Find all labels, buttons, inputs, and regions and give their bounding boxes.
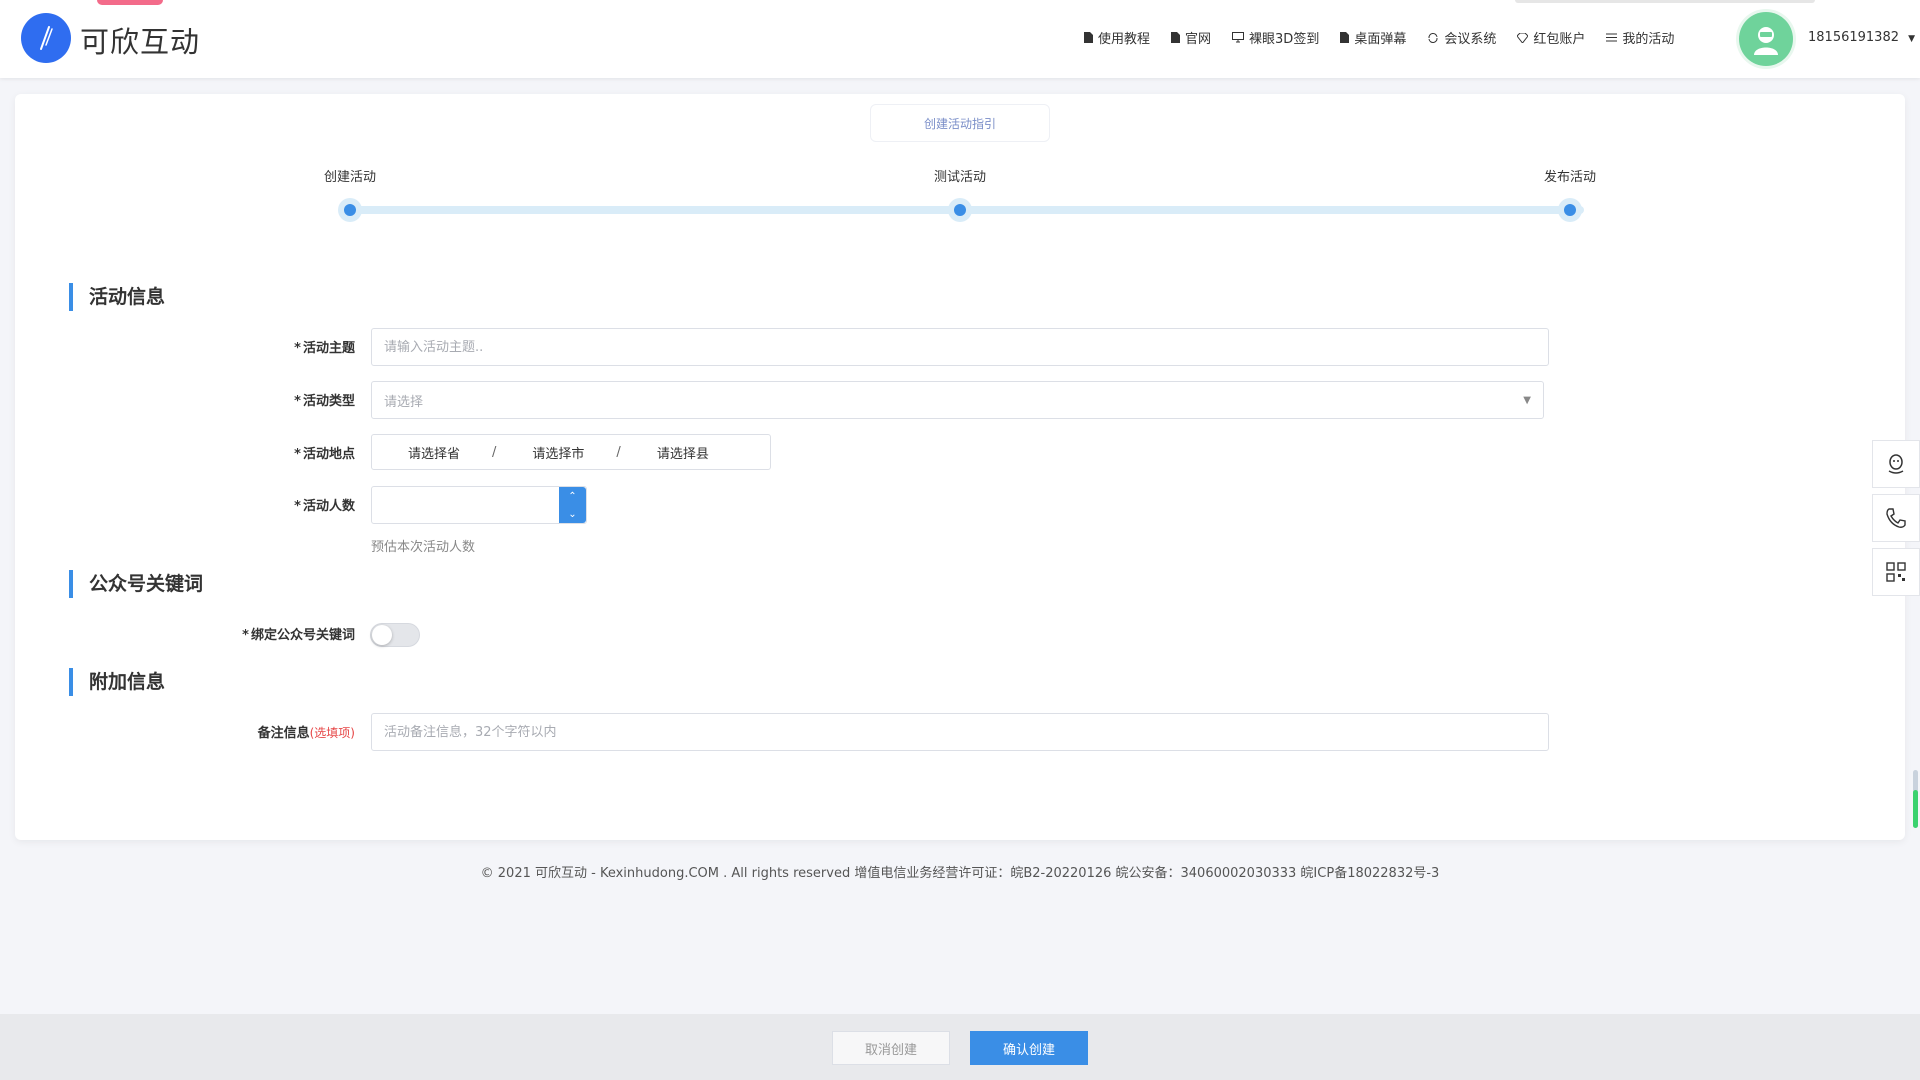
floating-service-bar [1872,440,1920,602]
step-publish-dot [1558,198,1582,222]
location-cascader[interactable]: 请选择省 / 请选择市 / 请选择县 [371,434,771,470]
type-select-value: 请选择 [384,394,424,410]
step-publish-label: 发布活动 [1543,170,1597,185]
optional-tag: (选填项) [309,726,355,740]
user-menu[interactable]: 18156191382 ▼ [1808,30,1915,45]
chevron-down-icon: ▼ [1908,34,1916,44]
step-create-label: 创建活动 [323,170,377,185]
logo-icon[interactable] [21,13,71,63]
nav-label: 红包账户 [1533,32,1586,47]
doc-icon [1340,32,1350,43]
action-bar: 取消创建 确认创建 [0,1014,1920,1080]
qrcode-icon[interactable] [1872,548,1920,596]
location-label: * 活动地点 [294,447,355,462]
section-activity-info: 活动信息 [69,283,165,311]
nav-label: 我的活动 [1622,32,1675,47]
scroll-indicator[interactable] [1913,770,1918,828]
doc-icon [1084,32,1093,43]
brand-name[interactable]: 可欣互动 [80,19,200,61]
nav-label: 桌面弹幕 [1354,32,1407,47]
list-icon [1606,33,1618,42]
confirm-create-button[interactable]: 确认创建 [970,1031,1088,1065]
nav-danmaku[interactable]: 桌面弹幕 [1340,28,1406,47]
people-stepper[interactable]: ⌃ ⌄ [371,486,587,524]
remark-input[interactable] [371,713,1549,751]
keyword-label: * 绑定公众号关键词 [242,628,355,643]
type-label: * 活动类型 [294,394,355,409]
doc-icon [1171,32,1181,43]
copyright: © 2021 可欣互动 - Kexinhudong.COM . All righ… [480,866,1440,881]
sync-icon [1427,32,1439,44]
nav-official-site[interactable]: 官网 [1171,28,1211,47]
keyword-toggle[interactable] [370,623,420,647]
header-top-strip [1515,0,1815,3]
avatar[interactable] [1739,12,1793,66]
top-header: 可欣互动 使用教程 官网 裸眼3D签到 桌面弹幕 会议系统 红包账户 我的活动 [0,0,1920,78]
nav-my-activities[interactable]: 我的活动 [1606,28,1674,47]
nav-meeting-system[interactable]: 会议系统 [1427,28,1496,47]
city-select[interactable]: 请选择市 [496,443,584,462]
step-test-label: 测试活动 [933,170,987,185]
nav-3d-checkin[interactable]: 裸眼3D签到 [1232,28,1319,47]
stepper-buttons: ⌃ ⌄ [559,487,586,523]
cancel-create-button[interactable]: 取消创建 [832,1031,950,1065]
qq-icon[interactable] [1872,440,1920,488]
nav-label: 会议系统 [1444,32,1497,47]
nav-label: 裸眼3D签到 [1249,32,1320,47]
top-nav: 使用教程 官网 裸眼3D签到 桌面弹幕 会议系统 红包账户 我的活动 [1084,28,1695,47]
county-select[interactable]: 请选择县 [621,443,709,462]
remark-label: 备注信息(选填项) [257,726,355,741]
type-select[interactable]: 请选择 ▼ [371,381,1544,419]
chevron-up-icon[interactable]: ⌃ [568,491,576,502]
brand-badge [97,0,163,5]
nav-label: 使用教程 [1098,32,1151,47]
step-test-dot [948,198,972,222]
user-phone: 18156191382 [1808,30,1899,45]
people-label: * 活动人数 [294,499,355,514]
section-extra-info: 附加信息 [69,668,165,696]
subject-input[interactable] [371,328,1549,366]
nav-redpacket-account[interactable]: 红包账户 [1517,28,1585,47]
create-activity-card: 创建活动指引 创建活动 测试活动 发布活动 活动信息 *活动主题 *活动类型 请… [15,94,1905,840]
section-wechat-keyword: 公众号关键词 [69,570,203,598]
caret-down-icon: ▼ [1523,394,1531,406]
phone-icon[interactable] [1872,494,1920,542]
step-create-dot [338,198,362,222]
chevron-down-icon[interactable]: ⌄ [568,509,576,520]
subject-label: * 活动主题 [294,341,355,356]
separator: / [492,444,497,460]
gem-icon [1517,32,1529,43]
separator: / [616,444,621,460]
province-select[interactable]: 请选择省 [372,443,460,462]
nav-label: 官网 [1185,32,1212,47]
create-guide-button[interactable]: 创建活动指引 [870,104,1050,142]
nav-tutorial[interactable]: 使用教程 [1084,28,1150,47]
people-hint: 预估本次活动人数 [371,540,476,555]
monitor-icon [1232,32,1245,43]
people-input[interactable] [372,487,559,523]
